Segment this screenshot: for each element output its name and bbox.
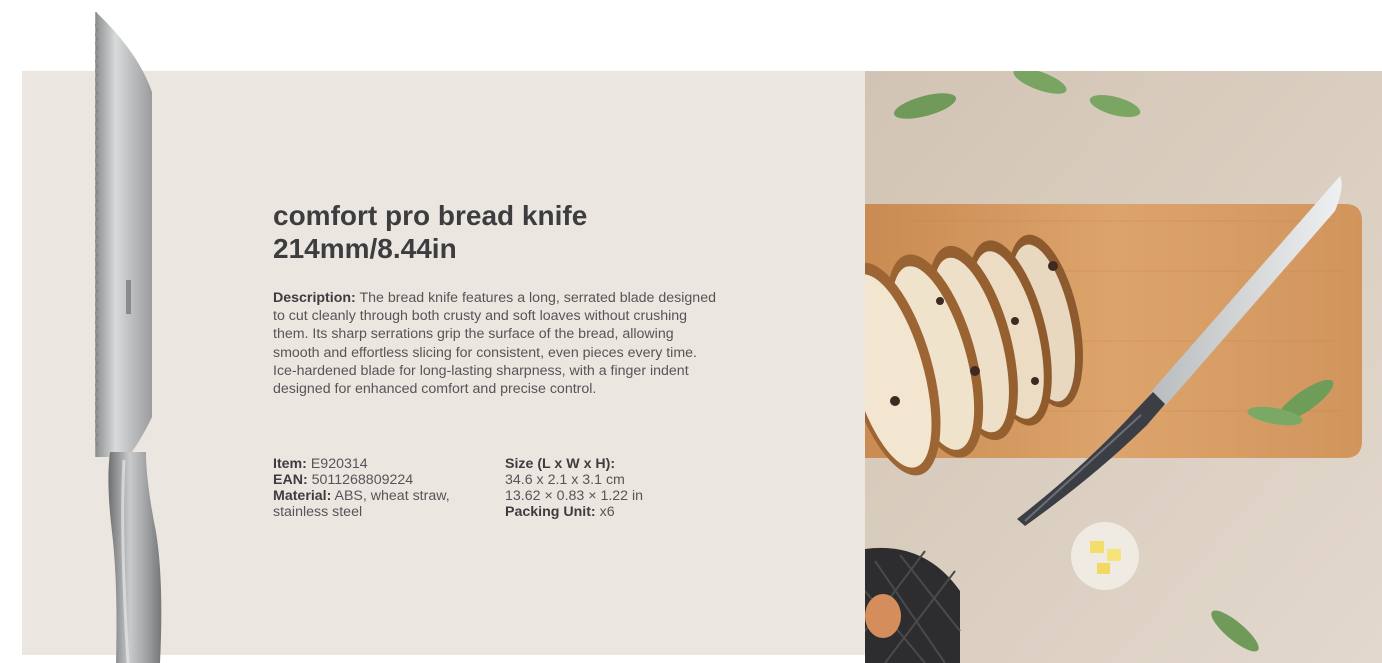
- spec-ean-label: EAN:: [273, 472, 308, 488]
- product-title-line1: comfort pro bread knife: [273, 200, 588, 231]
- lifestyle-photo: [865, 71, 1382, 663]
- spec-item-value: E920314: [306, 456, 368, 472]
- spec-size-label: Size (L x W x H):: [505, 456, 745, 472]
- spec-material-label: Material:: [273, 488, 332, 504]
- spec-packing: Packing Unit: x6: [505, 504, 745, 520]
- description-label: Description:: [273, 290, 356, 306]
- spec-material-cont: stainless steel: [273, 504, 363, 520]
- product-description: Description: The bread knife features a …: [273, 289, 723, 398]
- spec-ean: EAN: 5011268809224: [273, 472, 505, 488]
- spec-size-label-text: Size (L x W x H):: [505, 456, 616, 472]
- spec-ean-value: 5011268809224: [307, 472, 414, 488]
- product-title-line2: 214mm/8.44in: [273, 233, 457, 264]
- spec-item-label: Item:: [273, 456, 307, 472]
- spec-material: Material: ABS, wheat straw,: [273, 488, 505, 504]
- spec-size-in: 13.62 × 0.83 × 1.22 in: [505, 488, 644, 504]
- spec-material-value: ABS, wheat straw,: [331, 488, 450, 504]
- spec-column-right: Size (L x W x H): 34.6 x 2.1 x 3.1 cm 13…: [505, 456, 745, 520]
- spec-packing-value: x6: [595, 504, 615, 520]
- product-title: comfort pro bread knife 214mm/8.44in: [273, 199, 793, 265]
- description-text: The bread knife features a long, serrate…: [273, 290, 716, 398]
- spec-column-left: Item: E920314 EAN: 5011268809224 Materia…: [273, 456, 505, 520]
- knife-product-image: [80, 12, 175, 663]
- spec-size-cm: 34.6 x 2.1 x 3.1 cm: [505, 472, 625, 488]
- spec-item: Item: E920314: [273, 456, 505, 472]
- spec-packing-label: Packing Unit:: [505, 504, 596, 520]
